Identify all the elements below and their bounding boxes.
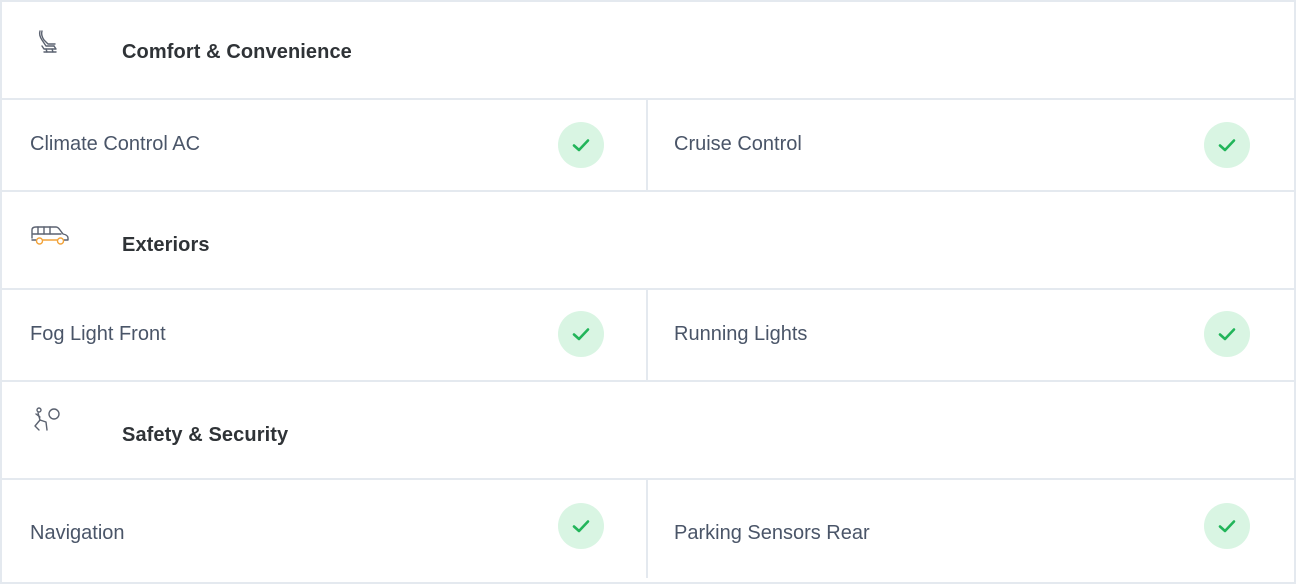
seat-icon bbox=[38, 30, 57, 53]
feature-row: Navigation Parking Sensors Rear bbox=[2, 480, 1294, 578]
feature-list: Comfort & Convenience Climate Control AC… bbox=[0, 0, 1296, 584]
section-header-exteriors: Exteriors bbox=[2, 190, 1294, 290]
section-title: Exteriors bbox=[122, 234, 210, 256]
check-icon bbox=[1204, 503, 1250, 549]
feature-item: Parking Sensors Rear bbox=[648, 480, 1294, 578]
check-icon bbox=[1204, 311, 1250, 357]
section-title: Comfort & Convenience bbox=[122, 41, 352, 63]
section-header-safety: Safety & Security bbox=[2, 380, 1294, 480]
check-icon bbox=[558, 122, 604, 168]
feature-row: Fog Light Front Running Lights bbox=[2, 290, 1294, 380]
check-icon bbox=[558, 503, 604, 549]
feature-item: Fog Light Front bbox=[2, 290, 648, 380]
feature-label: Parking Sensors Rear bbox=[674, 522, 870, 544]
airbag-icon bbox=[34, 407, 60, 431]
car-exterior-icon bbox=[31, 226, 69, 245]
feature-item: Running Lights bbox=[648, 290, 1294, 380]
feature-label: Cruise Control bbox=[674, 133, 802, 155]
feature-label: Running Lights bbox=[674, 323, 808, 345]
feature-item: Cruise Control bbox=[648, 100, 1294, 190]
section-title: Safety & Security bbox=[122, 424, 289, 446]
feature-label: Climate Control AC bbox=[30, 133, 201, 155]
section-header-comfort: Comfort & Convenience bbox=[2, 2, 1294, 100]
feature-row: Climate Control AC Cruise Control bbox=[2, 100, 1294, 190]
check-icon bbox=[558, 311, 604, 357]
feature-label: Fog Light Front bbox=[30, 323, 166, 345]
check-icon bbox=[1204, 122, 1250, 168]
feature-label: Navigation bbox=[30, 522, 125, 544]
feature-item: Navigation bbox=[2, 480, 648, 578]
feature-item: Climate Control AC bbox=[2, 100, 648, 190]
